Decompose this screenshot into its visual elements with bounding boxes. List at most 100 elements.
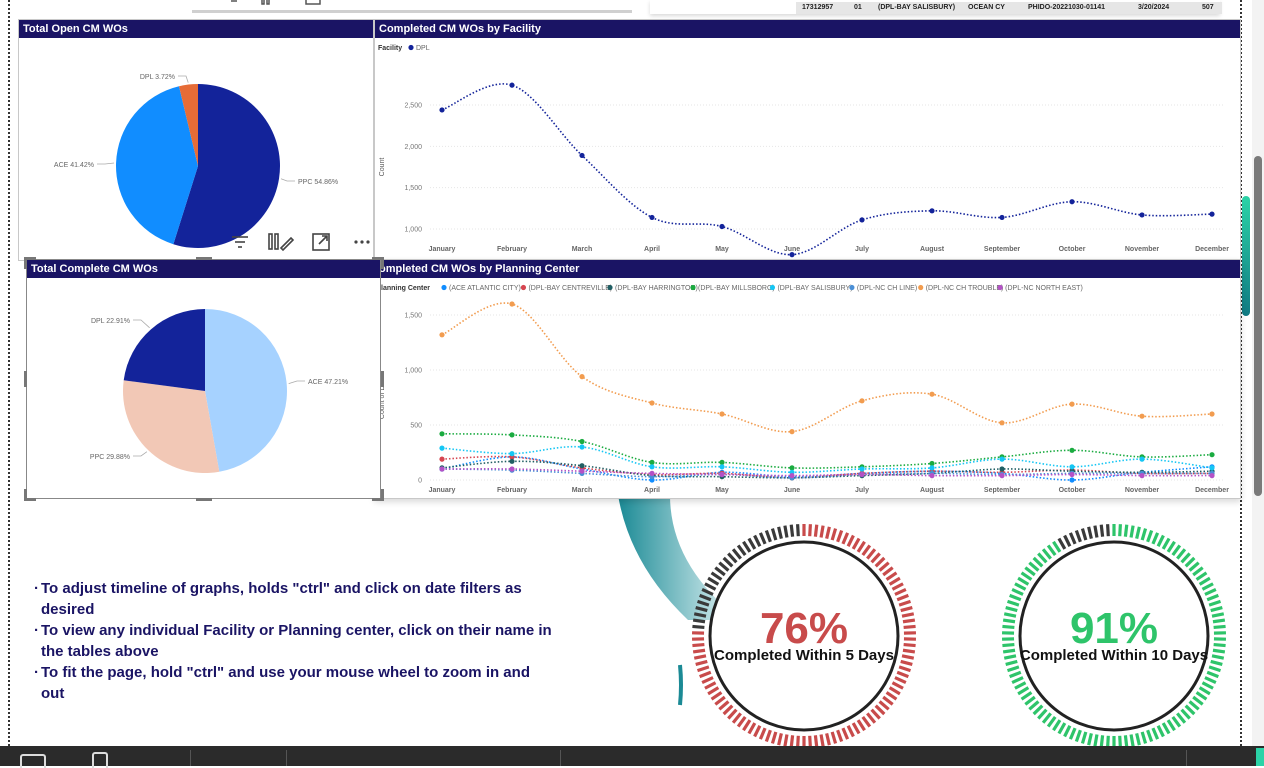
data-point[interactable] (509, 83, 514, 88)
panel-open-pie[interactable]: Total Open CM WOs PPC 54.86%ACE 41.42%DP… (18, 19, 374, 261)
legend-item[interactable]: (DPL-BAY SALISBURY) (777, 285, 852, 292)
data-point[interactable] (929, 473, 934, 478)
panel-facility-line[interactable]: Completed CM WOs by Facility FacilityDPL… (374, 19, 1241, 261)
data-point[interactable] (929, 465, 934, 470)
data-point[interactable] (859, 398, 864, 403)
data-point[interactable] (649, 400, 654, 405)
legend-item[interactable]: (DPL-NC NORTH EAST) (1005, 285, 1083, 292)
data-point[interactable] (719, 472, 724, 477)
vertical-scrollbar[interactable] (1252, 0, 1264, 746)
data-point[interactable] (929, 392, 934, 397)
data-point[interactable] (509, 466, 514, 471)
legend-marker[interactable] (770, 285, 775, 290)
gauge-segment (1018, 688, 1028, 694)
data-point[interactable] (719, 411, 724, 416)
selection-handles[interactable] (22, 255, 386, 503)
data-point[interactable] (579, 374, 584, 379)
data-point[interactable] (789, 429, 794, 434)
data-point[interactable] (439, 332, 444, 337)
data-point[interactable] (1209, 411, 1214, 416)
data-point[interactable] (1069, 448, 1074, 453)
focus-mode-icon[interactable] (269, 234, 293, 250)
data-point[interactable] (649, 464, 654, 469)
legend-marker[interactable] (607, 285, 612, 290)
data-point[interactable] (439, 457, 444, 462)
data-point[interactable] (1069, 472, 1074, 477)
data-point[interactable] (439, 446, 444, 451)
legend-item[interactable]: (DPL-BAY HARRINGTON) (615, 285, 698, 292)
data-point[interactable] (649, 471, 654, 476)
data-point[interactable] (579, 463, 584, 468)
data-point[interactable] (1209, 452, 1214, 457)
y-tick-label: 1,500 (404, 313, 422, 320)
data-point[interactable] (509, 459, 514, 464)
data-point[interactable] (1139, 212, 1144, 217)
gauge-segment (1186, 558, 1195, 566)
data-point[interactable] (579, 439, 584, 444)
legend-item[interactable]: (DPL-NC CH TROUBLE) (926, 285, 1004, 292)
data-point[interactable] (999, 420, 1004, 425)
data-point[interactable] (1139, 414, 1144, 419)
gauge-segment (1173, 717, 1180, 727)
data-point[interactable] (999, 466, 1004, 471)
data-point[interactable] (1139, 473, 1144, 478)
legend-item[interactable]: (DPL-NC CH LINE) (857, 285, 917, 292)
data-point[interactable] (999, 215, 1004, 220)
data-point[interactable] (1069, 477, 1074, 482)
gauge-segment (1197, 573, 1207, 580)
gauge-segment (1163, 723, 1169, 733)
data-point[interactable] (1069, 402, 1074, 407)
legend-marker[interactable] (849, 285, 854, 290)
data-point[interactable] (1209, 473, 1214, 478)
data-point[interactable] (649, 215, 654, 220)
filter-icon[interactable] (232, 237, 248, 247)
gauge-segment (1202, 584, 1213, 590)
top-table-row[interactable]: 17312957 01 (DPL-BAY SALISBURY) OCEAN CY… (796, 2, 1222, 14)
data-point[interactable] (1139, 457, 1144, 462)
data-point[interactable] (859, 466, 864, 471)
more-options-icon[interactable] (354, 240, 369, 243)
data-point[interactable] (509, 451, 514, 456)
data-point[interactable] (999, 473, 1004, 478)
pie-leader-line (97, 163, 114, 164)
data-point[interactable] (1069, 199, 1074, 204)
data-point[interactable] (719, 224, 724, 229)
data-point[interactable] (859, 472, 864, 477)
data-point[interactable] (579, 153, 584, 158)
legend-marker[interactable] (690, 285, 695, 290)
expand-icon[interactable] (313, 234, 329, 250)
data-point[interactable] (999, 457, 1004, 462)
panel-planning-line[interactable]: ompleted CM WOs by Planning Center lanni… (374, 259, 1241, 499)
data-point[interactable] (859, 217, 864, 222)
data-point[interactable] (1209, 465, 1214, 470)
data-point[interactable] (579, 469, 584, 474)
gauge-segment (858, 720, 864, 730)
data-point[interactable] (789, 252, 794, 257)
data-point[interactable] (509, 301, 514, 306)
series-line[interactable] (442, 303, 1212, 432)
data-point[interactable] (1069, 464, 1074, 469)
data-point[interactable] (439, 107, 444, 112)
data-point[interactable] (1209, 212, 1214, 217)
legend-item[interactable]: (DPL-BAY MILLSBORO) (698, 285, 775, 292)
data-point[interactable] (789, 473, 794, 478)
data-point[interactable] (439, 431, 444, 436)
data-point[interactable] (579, 444, 584, 449)
legend-item[interactable]: (DPL-BAY CENTREVILLE) (528, 285, 612, 292)
legend-marker[interactable] (521, 285, 526, 290)
legend-marker[interactable] (441, 285, 446, 290)
legend-item[interactable]: DPL (416, 45, 430, 52)
gauge-segment (1095, 735, 1097, 747)
data-point[interactable] (509, 432, 514, 437)
data-point[interactable] (439, 466, 444, 471)
x-tick-label: October (1059, 487, 1086, 494)
data-point[interactable] (929, 208, 934, 213)
data-point[interactable] (719, 464, 724, 469)
gauge-segment (853, 538, 859, 548)
legend-item[interactable]: (ACE ATLANTIC CITY) (449, 285, 521, 292)
legend-marker[interactable] (408, 45, 413, 50)
legend-marker[interactable] (998, 285, 1003, 290)
legend-marker[interactable] (918, 285, 923, 290)
scrollbar-thumb[interactable] (1254, 156, 1262, 496)
gauge-segment (1012, 589, 1023, 594)
